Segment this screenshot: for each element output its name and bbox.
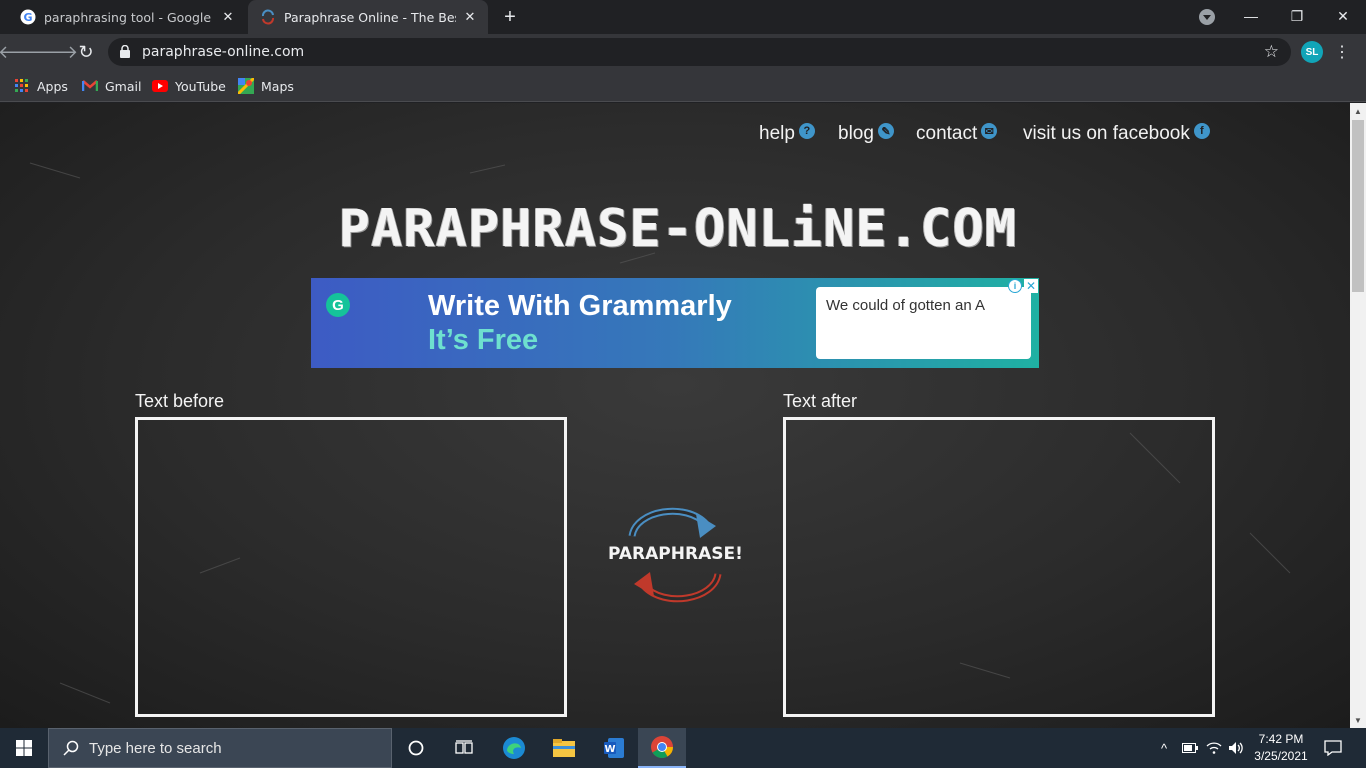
ad-close-icon[interactable]: ✕ — [1024, 279, 1038, 293]
site-nav: help ? blog ✎ contact ✉ visit us on face… — [0, 123, 1350, 149]
close-tab-icon[interactable]: ✕ — [220, 9, 236, 25]
start-button[interactable] — [0, 728, 48, 768]
bookmark-maps[interactable]: Maps — [238, 76, 294, 96]
bookmark-label: YouTube — [175, 78, 226, 94]
cortana-icon[interactable] — [392, 728, 440, 768]
clock-date: 3/25/2021 — [1254, 749, 1308, 763]
search-icon — [61, 738, 81, 758]
bookmark-label: Maps — [261, 78, 294, 94]
ad-info-icon[interactable]: i — [1008, 279, 1022, 293]
volume-icon[interactable] — [1226, 728, 1246, 768]
address-bar[interactable]: paraphrase-online.com ☆ — [108, 38, 1291, 66]
battery-icon[interactable] — [1180, 728, 1200, 768]
text-before-input[interactable] — [135, 417, 567, 717]
paraphrase-button[interactable]: PARAPHRASE! — [608, 498, 743, 610]
word-icon[interactable]: W — [590, 728, 638, 768]
task-view-icon[interactable] — [440, 728, 488, 768]
search-placeholder: Type here to search — [89, 739, 222, 757]
edge-icon[interactable] — [490, 728, 538, 768]
paraphrase-favicon-icon — [260, 9, 276, 25]
bookmarks-bar: Apps Gmail YouTube Maps — [0, 70, 1366, 102]
taskbar-search[interactable]: Type here to search — [48, 728, 392, 768]
grammarly-logo-icon: G — [326, 293, 350, 317]
tab-strip: G paraphrasing tool - Google Searc ✕ Par… — [0, 0, 1366, 34]
tab-title: paraphrasing tool - Google Searc — [44, 9, 214, 25]
svg-text:G: G — [23, 11, 32, 24]
site-logo[interactable]: PARAPHRASE-ONLiNE.COM — [298, 199, 1058, 259]
bookmark-youtube[interactable]: YouTube — [152, 76, 226, 96]
reload-icon[interactable]: ↻ — [72, 38, 100, 66]
apps-grid-icon — [14, 78, 30, 94]
scroll-up-icon[interactable]: ▲ — [1350, 103, 1366, 119]
windows-logo-icon — [16, 740, 32, 756]
notifications-icon[interactable] — [1320, 728, 1346, 768]
paraphrase-button-label: PARAPHRASE! — [608, 544, 743, 564]
scroll-down-icon[interactable]: ▼ — [1350, 712, 1366, 728]
windows-taskbar: Type here to search W ^ 7:42 PM 3/25/202… — [0, 728, 1366, 768]
chrome-icon[interactable] — [638, 728, 686, 768]
google-icon: G — [20, 9, 36, 25]
tab-google-search[interactable]: G paraphrasing tool - Google Searc ✕ — [8, 0, 246, 34]
ad-sample-box: We could of gotten an A — [816, 287, 1031, 359]
url-text: paraphrase-online.com — [142, 44, 305, 60]
taskbar-clock[interactable]: 7:42 PM 3/25/2021 — [1248, 731, 1314, 765]
minimize-button[interactable]: — — [1228, 0, 1274, 32]
facebook-icon: f — [1193, 123, 1210, 139]
nav-facebook[interactable]: visit us on facebook f — [1023, 123, 1210, 145]
profile-avatar[interactable]: SL — [1301, 41, 1323, 63]
pencil-icon: ✎ — [877, 123, 894, 139]
browser-toolbar: 🡐 🡒 ↻ paraphrase-online.com ☆ SL ⋮ — [0, 34, 1366, 70]
tab-title: Paraphrase Online - The Best Free — [284, 9, 456, 25]
gmail-icon — [82, 78, 98, 94]
ad-headline: Write With Grammarly — [428, 290, 732, 322]
mail-icon: ✉ — [981, 123, 998, 139]
bookmark-label: Gmail — [105, 78, 142, 94]
clock-time: 7:42 PM — [1258, 732, 1304, 746]
grammarly-ad-banner[interactable]: G Write With Grammarly It’s Free We coul… — [311, 278, 1039, 368]
text-before-label: Text before — [135, 391, 225, 411]
bookmark-label: Apps — [37, 78, 68, 94]
kebab-menu-icon[interactable]: ⋮ — [1334, 40, 1350, 64]
maps-icon — [238, 78, 254, 94]
svg-text:W: W — [604, 744, 615, 755]
new-tab-button[interactable]: + — [498, 5, 522, 29]
youtube-icon — [152, 78, 168, 94]
page-content: help ? blog ✎ contact ✉ visit us on face… — [0, 103, 1350, 728]
restore-button[interactable]: ❐ — [1274, 0, 1320, 32]
tab-search-icon[interactable] — [1199, 9, 1215, 25]
wifi-icon[interactable] — [1204, 728, 1224, 768]
text-after-label: Text after — [783, 391, 858, 411]
forward-icon[interactable]: 🡒 — [30, 38, 78, 66]
nav-contact[interactable]: contact ✉ — [916, 123, 998, 145]
nav-facebook-label: visit us on facebook — [1023, 123, 1190, 144]
nav-blog-label: blog — [838, 123, 874, 144]
bookmark-gmail[interactable]: Gmail — [82, 76, 141, 96]
question-icon: ? — [798, 123, 815, 139]
tray-chevron-icon[interactable]: ^ — [1156, 728, 1172, 768]
tab-paraphrase-online[interactable]: Paraphrase Online - The Best Free ✕ — [248, 0, 488, 34]
nav-help-label: help — [759, 123, 795, 144]
ad-sample-text: We could of gotten an A — [826, 297, 986, 314]
close-window-button[interactable]: ✕ — [1320, 0, 1366, 32]
ad-subline: It’s Free — [428, 324, 539, 356]
nav-help[interactable]: help ? — [759, 123, 815, 145]
close-tab-icon[interactable]: ✕ — [462, 9, 478, 25]
nav-contact-label: contact — [916, 123, 978, 144]
lock-icon — [120, 45, 130, 58]
bookmark-apps[interactable]: Apps — [14, 76, 68, 96]
bookmark-star-icon[interactable]: ☆ — [1264, 42, 1279, 62]
file-explorer-icon[interactable] — [540, 728, 588, 768]
text-after-output[interactable] — [783, 417, 1215, 717]
scroll-thumb[interactable] — [1352, 120, 1364, 292]
page-scrollbar[interactable]: ▲ ▼ — [1350, 103, 1366, 728]
nav-blog[interactable]: blog ✎ — [838, 123, 894, 145]
